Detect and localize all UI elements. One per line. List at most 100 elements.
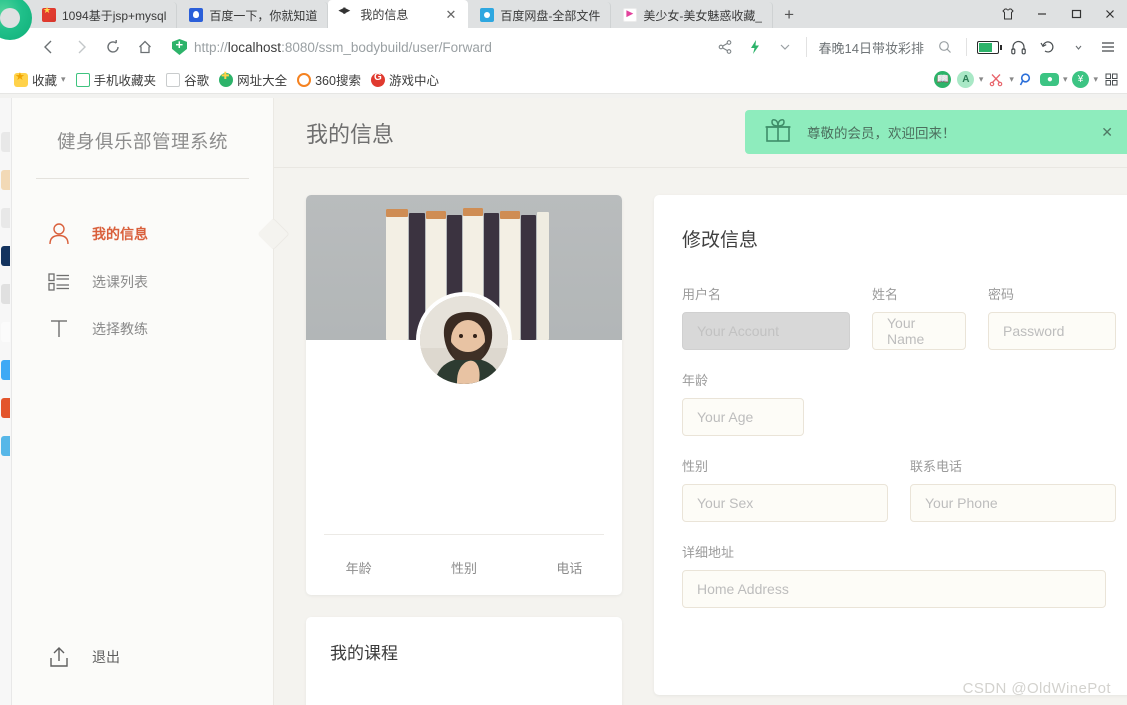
field-label: 年龄 [682, 373, 709, 388]
search-box[interactable]: 春晚14日带妆彩排 [805, 37, 928, 57]
share-icon[interactable] [712, 33, 738, 61]
account-input[interactable]: Your Account [682, 312, 850, 350]
bookmark-phone-favorites[interactable]: 手机收藏夹 [75, 70, 156, 89]
browser-tab-3[interactable]: 百度网盘-全部文件 [468, 2, 612, 28]
phone-input[interactable]: Your Phone [910, 484, 1116, 522]
field-group-address: 详细地址 Home Address [682, 542, 1106, 608]
profile-body: 年龄 性别 电话 [306, 340, 622, 595]
form-row-4: 详细地址 Home Address [682, 542, 1116, 608]
reload-icon[interactable] [98, 32, 128, 62]
browser-side-panel[interactable] [0, 98, 12, 705]
battery-icon[interactable] [975, 33, 1002, 61]
password-input[interactable]: Password [988, 312, 1116, 350]
headphones-icon[interactable] [1005, 33, 1031, 61]
chevron-down-icon[interactable]: ▾ [1063, 74, 1068, 85]
sidebar-logout-button[interactable]: 退出 [12, 629, 273, 705]
game-center-icon [370, 72, 385, 87]
bookmark-url-directory[interactable]: 网址大全 [219, 70, 287, 89]
home-icon[interactable] [130, 32, 160, 62]
browser-tab-0[interactable]: 1094基于jsp+mysql [30, 2, 178, 28]
bookmark-google[interactable]: 谷歌 [166, 70, 209, 89]
grid-icon[interactable] [1101, 70, 1121, 90]
bookmarks-bar: 收藏 ▾ 手机收藏夹 谷歌 网址大全 360搜索 游戏中心 📖 A ▾ [0, 66, 1127, 94]
tab-close-button[interactable]: ✕ [444, 8, 459, 21]
browser-tab-2-active[interactable]: 我的信息 ✕ [328, 0, 469, 28]
magnifier-icon[interactable] [1017, 70, 1037, 90]
flag-icon [42, 5, 56, 22]
side-panel-item[interactable] [1, 246, 10, 266]
profile-card: 年龄 性别 电话 [306, 195, 622, 595]
side-panel-item[interactable] [1, 322, 10, 342]
shield-icon [172, 39, 187, 55]
star-folder-icon [14, 70, 28, 87]
gamepad-icon[interactable]: ● [1040, 70, 1060, 90]
courses-card: 我的课程 [306, 617, 622, 705]
undo-icon[interactable] [1035, 33, 1061, 61]
new-tab-button[interactable]: + [773, 2, 805, 28]
maximize-button[interactable] [1059, 0, 1093, 28]
chevron-down-icon[interactable]: ▾ [979, 74, 984, 85]
address-input[interactable]: Home Address [682, 570, 1106, 608]
side-panel-item[interactable] [1, 208, 10, 228]
side-panel-item[interactable] [1, 360, 10, 380]
browser-tab-1[interactable]: 百度一下，你就知道 [177, 2, 329, 28]
back-icon[interactable] [34, 32, 64, 62]
field-group-sex: 性别 Your Sex [682, 456, 888, 522]
menu-icon[interactable] [1095, 33, 1121, 61]
chevron-down-icon[interactable]: ▾ [61, 74, 66, 85]
translate-icon[interactable]: A [956, 70, 976, 90]
minimize-button[interactable] [1025, 0, 1059, 28]
close-button[interactable] [1093, 0, 1127, 28]
sidebar-item-my-info[interactable]: 我的信息 [12, 209, 273, 259]
sex-input[interactable]: Your Sex [682, 484, 888, 522]
forward-icon[interactable] [66, 32, 96, 62]
age-input[interactable]: Your Age [682, 398, 804, 436]
side-panel-item[interactable] [1, 436, 10, 456]
stats-divider [324, 534, 604, 535]
edit-info-form: 修改信息 用户名 Your Account 姓名 Your Name 密码 Pa… [654, 195, 1127, 695]
book-icon[interactable]: 📖 [933, 70, 953, 90]
tab-strip: 1094基于jsp+mysql 百度一下，你就知道 我的信息 ✕ 百度网盘-全部… [0, 0, 1127, 40]
app-title: 健身俱乐部管理系统 [56, 131, 228, 152]
wallet-icon[interactable]: ¥ [1070, 70, 1090, 90]
field-label: 详细地址 [682, 545, 735, 560]
url-text: http://localhost:8080/ssm_bodybuild/user… [194, 39, 492, 55]
side-panel-item[interactable] [1, 170, 10, 190]
sidebar-item-label: 选择教练 [92, 321, 148, 337]
bookmark-label: 收藏 [32, 74, 58, 88]
tab-title: 我的信息 [360, 7, 409, 22]
chevron-down-icon[interactable] [772, 33, 798, 61]
side-panel-item[interactable] [1, 132, 10, 152]
side-panel-item[interactable] [1, 398, 10, 418]
bookmark-label: 游戏中心 [388, 74, 439, 88]
browser-tab-4[interactable]: 美少女-美女魅惑收藏_ [611, 2, 774, 28]
bookmark-label: 谷歌 [184, 74, 210, 88]
page-content: 年龄 性别 电话 我的课程 修改信息 用户名 Your Account 姓名 Y… [274, 168, 1127, 705]
page-viewport: 健身俱乐部管理系统 我的信息 选课列表 选择教练 退出 我的信息 尊敬的会员，欢… [0, 98, 1127, 705]
field-group-age: 年龄 Your Age [682, 370, 804, 436]
chevron-down-icon[interactable]: ▾ [1093, 74, 1098, 85]
side-panel-item[interactable] [1, 284, 10, 304]
bookmark-360-search[interactable]: 360搜索 [297, 70, 361, 89]
close-icon[interactable]: ✕ [1101, 124, 1113, 141]
baidu-icon [189, 8, 204, 22]
search-icon[interactable] [932, 33, 958, 61]
theme-shirt-icon[interactable] [991, 0, 1025, 28]
text-t-icon [46, 318, 72, 340]
name-input[interactable]: Your Name [872, 312, 966, 350]
stat-phone: 电话 [556, 561, 583, 576]
lightning-icon[interactable] [742, 33, 768, 61]
tab-title: 百度网盘-全部文件 [500, 8, 601, 23]
scissors-icon[interactable] [986, 70, 1006, 90]
bookmark-game-center[interactable]: 游戏中心 [370, 70, 439, 89]
sidebar-item-choose-coach[interactable]: 选择教练 [12, 305, 273, 353]
address-bar[interactable]: http://localhost:8080/ssm_bodybuild/user… [172, 33, 710, 61]
chevron-down-icon[interactable] [1065, 33, 1091, 61]
sidebar-item-course-list[interactable]: 选课列表 [12, 259, 273, 305]
navigation-bar: http://localhost:8080/ssm_bodybuild/user… [0, 28, 1127, 66]
bookmark-favorites[interactable]: 收藏 ▾ [14, 70, 66, 89]
chevron-down-icon[interactable]: ▾ [1009, 74, 1014, 85]
sidebar-item-label: 我的信息 [92, 226, 148, 242]
tab-title: 1094基于jsp+mysql [62, 8, 167, 23]
